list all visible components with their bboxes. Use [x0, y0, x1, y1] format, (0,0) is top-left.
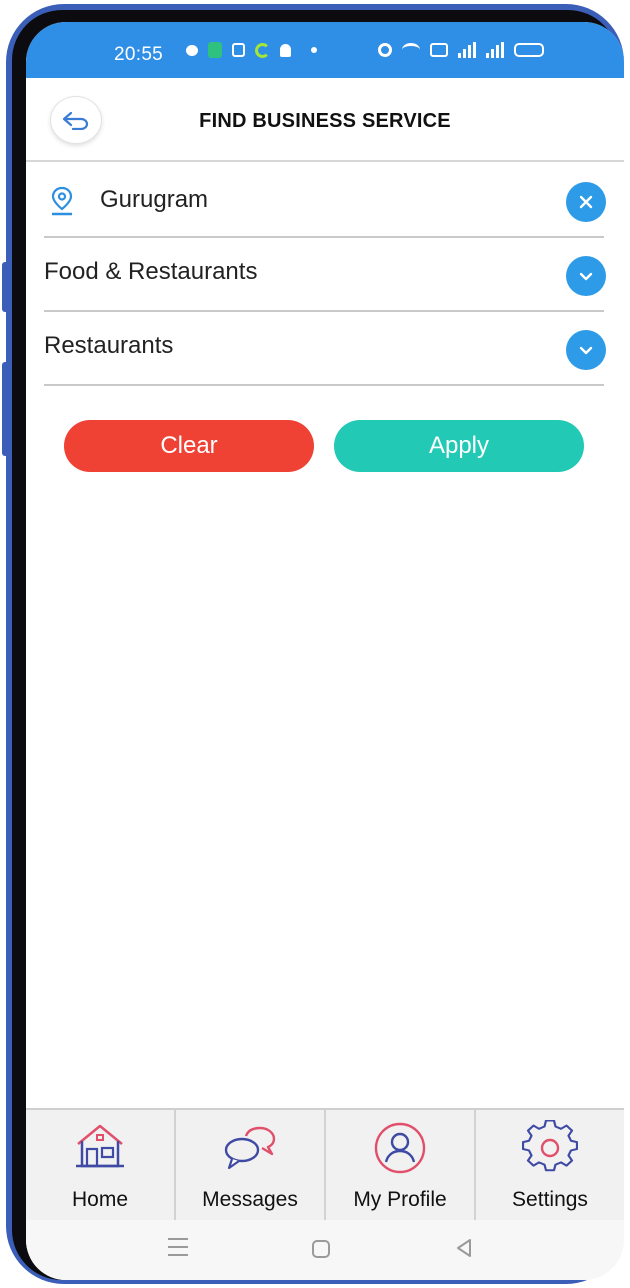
signal-strength-icon [458, 42, 476, 58]
volte-icon [430, 43, 448, 57]
status-bar: 20:55 [26, 22, 624, 78]
app-notification-icon [208, 42, 222, 58]
location-value: Gurugram [100, 186, 209, 213]
status-time: 20:55 [114, 44, 164, 65]
bell-icon [280, 43, 291, 57]
location-pin-icon [51, 186, 73, 216]
nav-messages[interactable]: Messages [176, 1110, 326, 1222]
more-notifications-dot-icon [311, 47, 317, 53]
nav-my-profile-label: My Profile [353, 1188, 447, 1211]
apply-button[interactable]: Apply [334, 420, 584, 472]
page-title: FIND BUSINESS SERVICE [199, 110, 451, 132]
nav-home[interactable]: Home [26, 1110, 176, 1222]
nav-my-profile[interactable]: My Profile [326, 1110, 476, 1222]
category-dropdown[interactable]: Food & Restaurants [44, 236, 606, 312]
chat-bubbles-icon [224, 1126, 276, 1170]
bottom-navigation: Home Messages My Profile Settings [26, 1108, 624, 1222]
chevron-down-icon [579, 346, 593, 355]
clear-button[interactable]: Clear [64, 420, 314, 472]
nav-settings[interactable]: Settings [476, 1110, 624, 1222]
location-field[interactable]: Gurugram [44, 162, 606, 238]
chat-notification-icon [186, 44, 198, 56]
subcategory-value: Restaurants [44, 332, 174, 359]
home-button[interactable] [312, 1240, 330, 1258]
system-status-icons [378, 42, 544, 58]
close-icon [579, 195, 593, 209]
signal-strength-2-icon [486, 42, 504, 58]
volume-up-button [2, 262, 10, 312]
message-notification-icon [232, 43, 245, 57]
home-icon [76, 1124, 124, 1168]
battery-icon [514, 43, 544, 57]
wifi-icon [402, 43, 420, 57]
notification-icons [186, 42, 327, 58]
clear-location-button[interactable] [566, 182, 606, 222]
system-back-icon[interactable] [454, 1236, 474, 1260]
nav-home-label: Home [71, 1188, 129, 1211]
subcategory-dropdown-button[interactable] [566, 330, 606, 370]
alarm-icon [378, 43, 392, 57]
chevron-down-icon [579, 272, 593, 281]
subcategory-dropdown[interactable]: Restaurants [44, 310, 606, 386]
volume-down-button [2, 362, 10, 456]
nav-messages-label: Messages [202, 1188, 298, 1211]
nav-settings-label: Settings [512, 1188, 588, 1211]
app-screen: 20:55 FIND BUSINESS SERVICE Gurugram Foo… [26, 22, 624, 1280]
system-navigation-bar [26, 1220, 624, 1280]
app-header: FIND BUSINESS SERVICE [26, 78, 624, 162]
sync-notification-icon [255, 42, 270, 58]
recent-apps-button[interactable] [168, 1238, 188, 1262]
gear-icon [522, 1120, 578, 1172]
category-dropdown-button[interactable] [566, 256, 606, 296]
user-profile-icon [374, 1122, 426, 1174]
category-value: Food & Restaurants [44, 258, 258, 285]
